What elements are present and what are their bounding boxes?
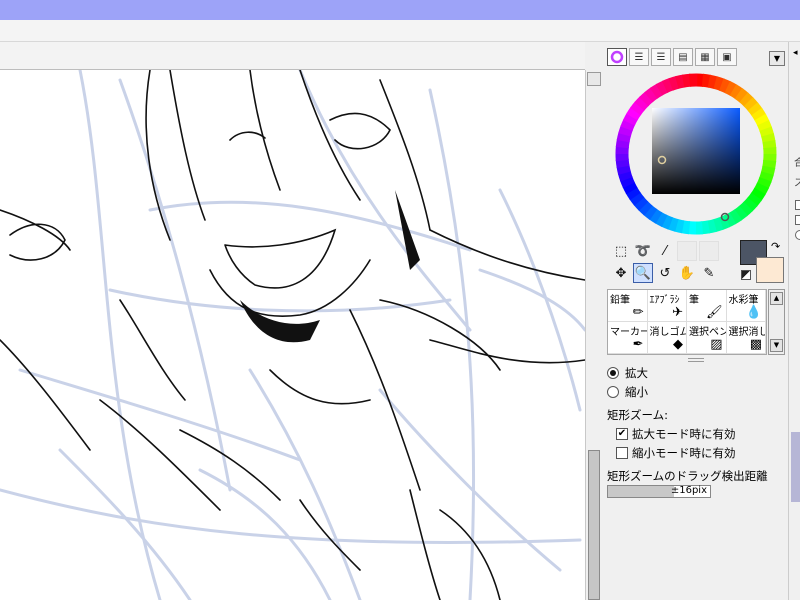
color-wheel-graphic xyxy=(615,73,777,235)
brush-pencil[interactable]: 鉛筆 ✏ xyxy=(608,290,648,322)
reset-colors-icon[interactable] xyxy=(741,270,751,280)
color-wheel-tab[interactable] xyxy=(607,48,627,66)
lasso-tool[interactable]: ➰ xyxy=(633,241,653,261)
zoom-in-radio[interactable] xyxy=(607,366,619,379)
zoom-in-option[interactable]: 拡大 xyxy=(607,363,787,382)
magic-wand-icon: ⁄ xyxy=(663,243,667,259)
move-icon: ✥ xyxy=(615,265,627,281)
lasso-icon: ➰ xyxy=(634,243,652,259)
scroll-thumb[interactable] xyxy=(588,450,600,600)
right-panel-checkbox-1[interactable] xyxy=(795,200,800,210)
marker-icon: ✒ xyxy=(632,337,644,352)
pencil-icon: ✏ xyxy=(632,305,644,320)
right-panel-highlight xyxy=(791,432,800,502)
rotate-icon: ↺ xyxy=(659,265,671,281)
sub-color-swatch[interactable] xyxy=(756,257,784,283)
enable-in-zoom-out-checkbox[interactable] xyxy=(616,446,628,459)
swap-colors-icon[interactable]: ↷ xyxy=(771,240,780,253)
brush-airbrush[interactable]: ｴｱﾌﾞﾗｼ ✈ xyxy=(647,290,687,322)
canvas-vertical-scrollbar[interactable] xyxy=(585,70,602,600)
brush-eraser[interactable]: 消しゴム ◆ xyxy=(647,322,687,354)
title-bar xyxy=(0,0,800,20)
palette-icon: ▤ xyxy=(678,51,688,63)
right-side-panel: ◂ 合 ス xyxy=(788,42,800,600)
rect-select-icon: ⬚ xyxy=(614,243,628,259)
color-wheel-tab-icon xyxy=(610,50,624,64)
select-pen-icon: ▨ xyxy=(710,337,723,352)
right-panel-checkbox-2[interactable] xyxy=(795,215,800,225)
zoom-in-label: 拡大 xyxy=(625,365,648,380)
swatch-grid-icon: ▦ xyxy=(700,51,710,63)
brush-brush[interactable]: 筆 🖌 xyxy=(687,290,727,322)
hsv-slider-icon: ☰ xyxy=(656,51,666,63)
enable-in-zoom-out-label: 縮小モード時に有効 xyxy=(632,445,736,460)
eyedropper-tool[interactable]: ✎ xyxy=(699,263,719,283)
dropdown-icon: ▼ xyxy=(773,54,781,63)
hsv-slider-tab[interactable]: ☰ xyxy=(651,48,671,66)
rect-select-tool[interactable]: ⬚ xyxy=(611,241,631,261)
enable-in-zoom-in-label: 拡大モード時に有効 xyxy=(632,426,736,441)
hand-tool[interactable]: ✋ xyxy=(677,263,697,283)
magic-wand-tool[interactable]: ⁄ xyxy=(655,241,675,261)
hand-icon: ✋ xyxy=(678,265,696,281)
rect-zoom-label: 矩形ズーム: xyxy=(607,407,669,422)
enable-in-zoom-out-option[interactable]: 縮小モード時に有効 xyxy=(607,443,787,462)
panel-menu-button[interactable]: ▼ xyxy=(769,51,785,66)
zoom-options: 拡大 縮小 矩形ズーム: ✔ 拡大モード時に有効 縮小モード時に有効 矩形ズーム… xyxy=(607,363,787,485)
color-panel-tabs: ☰ ☰ ▤ ▦ ▣ xyxy=(607,48,737,68)
brush-select-eraser[interactable]: 選択消し ▩ xyxy=(726,322,766,354)
rgb-slider-tab[interactable]: ☰ xyxy=(629,48,649,66)
right-panel-char-1: 合 xyxy=(794,158,800,169)
brush-marker[interactable]: マーカー ✒ xyxy=(608,322,648,354)
right-panel-radio[interactable] xyxy=(795,230,800,240)
zoom-icon: 🔍 xyxy=(634,265,652,281)
main-toolbar xyxy=(0,20,800,42)
eraser-icon: ◆ xyxy=(673,337,683,352)
canvas-area[interactable] xyxy=(0,42,585,600)
rect-zoom-heading: 矩形ズーム: xyxy=(607,405,787,424)
rotate-tool[interactable]: ↺ xyxy=(655,263,675,283)
zoom-tool[interactable]: 🔍 xyxy=(633,263,653,283)
brush-watercolor[interactable]: 水彩筆 💧 xyxy=(726,290,766,322)
brush-icon: 🖌 xyxy=(705,305,723,320)
brush-select-pen[interactable]: 選択ペン ▨ xyxy=(687,322,727,354)
canvas-header xyxy=(0,42,585,70)
saturation-value-shade xyxy=(652,108,740,194)
drag-distance-heading: 矩形ズームのドラッグ検出距離 xyxy=(607,466,787,485)
watercolor-icon: 💧 xyxy=(745,305,762,320)
empty-tool-slot xyxy=(677,241,697,261)
zoom-out-option[interactable]: 縮小 xyxy=(607,382,787,401)
brush-tool-grid: 鉛筆 ✏ ｴｱﾌﾞﾗｼ ✈ 筆 🖌 水彩筆 💧 マーカー ✒ 消しゴム ◆ 選択ペン ▨ 選択消し ▩ xyxy=(607,289,767,355)
zoom-out-label: 縮小 xyxy=(625,384,648,399)
enable-in-zoom-in-checkbox[interactable]: ✔ xyxy=(616,427,628,440)
rgb-slider-icon: ☰ xyxy=(634,51,644,63)
drag-distance-slider[interactable]: ±16pix xyxy=(607,485,711,498)
airbrush-icon: ✈ xyxy=(672,305,683,320)
drag-distance-fill xyxy=(608,486,675,497)
scroll-up-button[interactable] xyxy=(587,72,601,86)
eyedropper-icon: ✎ xyxy=(703,265,715,281)
brush-scrollbar[interactable]: ▲ ▼ xyxy=(768,289,785,355)
scratchpad-icon: ▣ xyxy=(722,51,732,63)
empty-tool-slot xyxy=(699,241,719,261)
drag-distance-label: 矩形ズームのドラッグ検出距離 xyxy=(607,468,768,483)
drag-distance-value: ±16pix xyxy=(670,485,707,496)
right-panel-collapse-icon[interactable]: ◂ xyxy=(793,48,800,60)
drawing-canvas[interactable] xyxy=(0,70,585,600)
zoom-out-radio[interactable] xyxy=(607,385,619,398)
right-panel-char-2: ス xyxy=(794,178,800,189)
brush-scroll-down[interactable]: ▼ xyxy=(770,339,783,352)
brush-label: 鉛筆 xyxy=(610,295,630,306)
line-art xyxy=(0,70,585,600)
move-tool[interactable]: ✥ xyxy=(611,263,631,283)
scratchpad-tab[interactable]: ▣ xyxy=(717,48,737,66)
palette-tab[interactable]: ▤ xyxy=(673,48,693,66)
enable-in-zoom-in-option[interactable]: ✔ 拡大モード時に有効 xyxy=(607,424,787,443)
panel-splitter[interactable] xyxy=(688,358,704,362)
brush-scroll-up[interactable]: ▲ xyxy=(770,292,783,305)
brush-label: 筆 xyxy=(689,295,699,306)
swatch-grid-tab[interactable]: ▦ xyxy=(695,48,715,66)
select-eraser-icon: ▩ xyxy=(749,337,762,352)
color-wheel[interactable] xyxy=(612,70,780,238)
